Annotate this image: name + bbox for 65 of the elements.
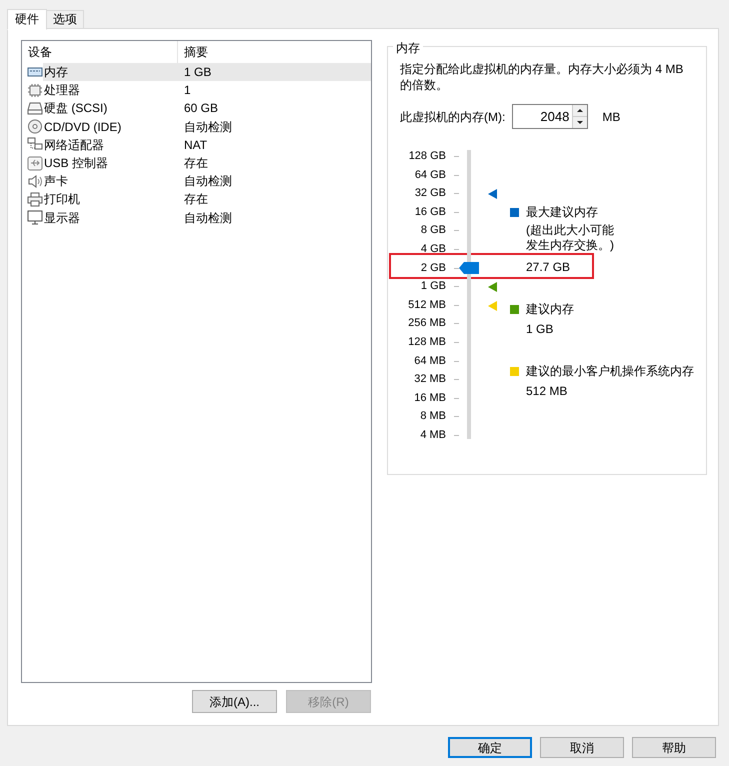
sound-device-icon — [27, 174, 43, 189]
device-name[interactable]: 内存 — [43, 63, 178, 82]
device-name[interactable]: 打印机 — [43, 190, 178, 208]
cd-device-icon — [27, 119, 43, 134]
add-button[interactable]: 添加(A)... — [192, 690, 277, 713]
down-arrow-icon[interactable] — [575, 118, 586, 127]
tick-label: 32 GB — [414, 186, 446, 202]
dialog-button[interactable]: 帮助 — [632, 737, 716, 758]
legend-value: 512 MB — [525, 383, 568, 400]
tick-label: 4 MB — [419, 428, 446, 443]
tick-label: 2 GB — [420, 260, 446, 276]
device-summary: 存在 — [183, 155, 209, 172]
device-name[interactable]: 显示器 — [43, 208, 178, 227]
tick-label: 1 GB — [420, 279, 446, 294]
legend-title: 建议的最小客户机操作系统内存 — [526, 363, 694, 380]
device-summary: 自动检测 — [183, 173, 233, 190]
printer-device-icon — [27, 192, 43, 207]
device-name[interactable]: CD/DVD (IDE) — [43, 118, 178, 136]
group-title: 内存 — [396, 41, 420, 55]
display-device-icon — [27, 210, 43, 226]
device-name[interactable]: 硬盘 (SCSI) — [43, 99, 178, 118]
tick-label: 16 GB — [414, 204, 446, 220]
tick-label: 256 MB — [407, 316, 446, 332]
tick-label: 512 MB — [407, 298, 446, 313]
device-summary: 60 GB — [183, 100, 220, 118]
column-header[interactable]: 摘要 — [178, 41, 371, 63]
tick-label: 4 GB — [420, 242, 446, 257]
usb-device-icon — [27, 156, 43, 171]
device-name[interactable]: 处理器 — [43, 81, 178, 100]
tick-label: 128 MB — [407, 335, 446, 350]
tab[interactable]: 选项 — [46, 10, 84, 29]
legend-title: 最大建议内存 — [526, 204, 598, 221]
memory-input-field[interactable]: 2048 — [513, 105, 572, 128]
slider-thumb[interactable] — [459, 262, 479, 274]
tick-label: 64 MB — [413, 354, 446, 369]
device-name[interactable]: 网络适配器 — [43, 136, 178, 154]
tick-label: 8 GB — [420, 223, 446, 238]
device-summary: 1 — [183, 82, 192, 100]
tick-label: 128 GB — [408, 149, 446, 164]
disk-device-icon — [27, 100, 43, 116]
field-label: 此虚拟机的内存(M): — [400, 108, 506, 126]
dialog-button[interactable]: 取消 — [540, 737, 624, 758]
device-summary: NAT — [183, 136, 208, 154]
device-summary: 自动检测 — [183, 210, 233, 227]
dialog-button[interactable]: 确定 — [448, 737, 532, 758]
tick-label: 16 MB — [413, 390, 446, 406]
tick-label: 64 GB — [414, 168, 446, 183]
device-name[interactable]: 声卡 — [43, 172, 178, 190]
device-summary: 自动检测 — [183, 118, 233, 136]
device-summary: 1 GB — [178, 63, 371, 82]
unit-label: MB — [602, 108, 620, 126]
network-device-icon — [27, 137, 43, 152]
tab[interactable]: 硬件 — [7, 9, 47, 30]
tick-label: 8 MB — [419, 409, 446, 424]
tick-label: 32 MB — [413, 372, 446, 388]
description-text: 指定分配给此虚拟机的内存量。内存大小必须为 4 MB 的倍数。 — [400, 61, 684, 93]
device-summary: 存在 — [183, 191, 209, 208]
legend-note: (超出此大小可能发生内存交换。) — [525, 223, 615, 253]
legend-title: 建议内存 — [526, 301, 574, 318]
legend-value: 27.7 GB — [525, 259, 570, 276]
up-arrow-icon[interactable] — [575, 106, 586, 115]
legend-value: 1 GB — [525, 321, 554, 338]
device-name[interactable]: USB 控制器 — [43, 154, 178, 172]
memory-spin-box[interactable]: 2048 — [512, 104, 588, 129]
cpu-device-icon — [27, 82, 43, 98]
